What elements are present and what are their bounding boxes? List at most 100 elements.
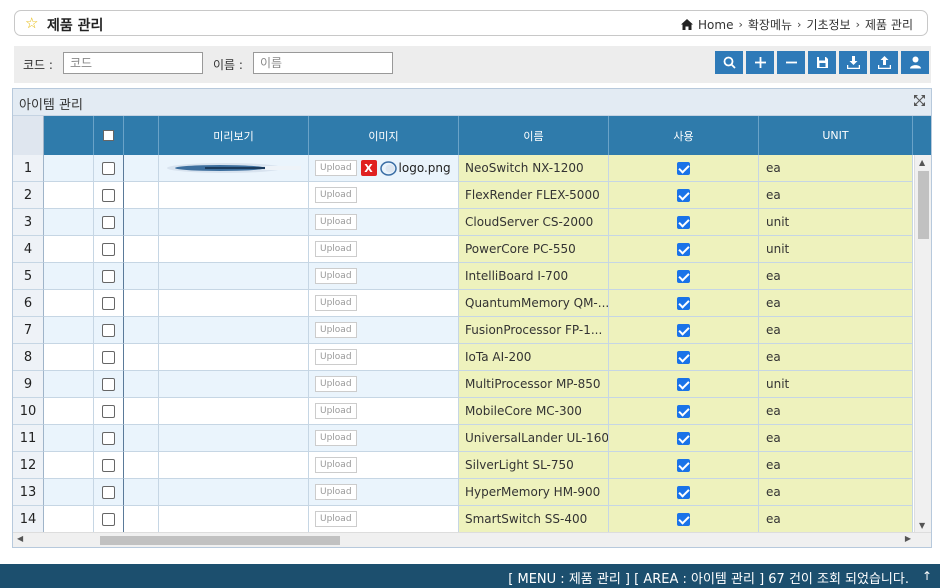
use-checkbox[interactable]	[677, 161, 690, 175]
unit-cell[interactable]: ea	[759, 290, 913, 317]
unit-cell[interactable]: unit	[759, 371, 913, 398]
use-checkbox[interactable]	[677, 431, 690, 445]
unit-cell[interactable]: ea	[759, 425, 913, 452]
upload-button[interactable]: Upload	[315, 376, 357, 392]
use-checkbox[interactable]	[677, 242, 690, 256]
name-cell[interactable]: HyperMemory HM-900	[459, 479, 609, 506]
download-button[interactable]	[839, 51, 867, 74]
name-cell[interactable]: IntelliBoard I-700	[459, 263, 609, 290]
upload-button[interactable]: Upload	[315, 241, 357, 257]
breadcrumb-item[interactable]: 확장메뉴	[748, 16, 792, 33]
table-row[interactable]: 14 Upload SmartSwitch SS-400 ea	[13, 506, 913, 533]
unit-cell[interactable]: ea	[759, 155, 913, 182]
column-header-name[interactable]: 이름	[459, 116, 609, 155]
use-checkbox[interactable]	[677, 458, 690, 472]
use-checkbox[interactable]	[677, 485, 690, 499]
upload-button[interactable]: Upload	[315, 160, 357, 176]
favorite-star-icon[interactable]: ☆	[25, 14, 38, 32]
unit-cell[interactable]: ea	[759, 263, 913, 290]
row-select-checkbox[interactable]	[102, 404, 115, 418]
scroll-up-icon[interactable]: ▲	[919, 158, 925, 167]
name-cell[interactable]: UniversalLander UL-1600	[459, 425, 609, 452]
horizontal-scrollbar[interactable]: ◀ ▶	[13, 532, 931, 547]
upload-button[interactable]: Upload	[315, 268, 357, 284]
unit-cell[interactable]: unit	[759, 209, 913, 236]
row-select-checkbox[interactable]	[102, 242, 115, 256]
table-row[interactable]: 12 Upload SilverLight SL-750 ea	[13, 452, 913, 479]
upload-button[interactable]: Upload	[315, 484, 357, 500]
name-cell[interactable]: MobileCore MC-300	[459, 398, 609, 425]
upload-button[interactable]: Upload	[315, 295, 357, 311]
table-row[interactable]: 8 Upload IoTa AI-200 ea	[13, 344, 913, 371]
search-button[interactable]	[715, 51, 743, 74]
unit-cell[interactable]: ea	[759, 452, 913, 479]
user-button[interactable]	[901, 51, 929, 74]
table-row[interactable]: 2 Upload FlexRender FLEX-5000 ea	[13, 182, 913, 209]
name-cell[interactable]: NeoSwitch NX-1200	[459, 155, 609, 182]
breadcrumb-item[interactable]: 기초정보	[806, 16, 850, 33]
row-select-checkbox[interactable]	[102, 188, 115, 202]
unit-cell[interactable]: ea	[759, 317, 913, 344]
use-checkbox[interactable]	[677, 296, 690, 310]
scroll-thumb[interactable]	[918, 171, 929, 239]
name-cell[interactable]: FlexRender FLEX-5000	[459, 182, 609, 209]
unit-cell[interactable]: ea	[759, 344, 913, 371]
use-checkbox[interactable]	[677, 188, 690, 202]
name-cell[interactable]: PowerCore PC-550	[459, 236, 609, 263]
upload-button[interactable]: Upload	[315, 457, 357, 473]
row-select-checkbox[interactable]	[102, 485, 115, 499]
use-checkbox[interactable]	[677, 350, 690, 364]
table-row[interactable]: 9 Upload MultiProcessor MP-850 unit	[13, 371, 913, 398]
code-input[interactable]	[63, 52, 203, 74]
name-cell[interactable]: SmartSwitch SS-400	[459, 506, 609, 533]
delete-file-button[interactable]: X	[360, 160, 377, 176]
scroll-left-icon[interactable]: ◀	[17, 534, 23, 543]
table-row[interactable]: 11 Upload UniversalLander UL-1600 ea	[13, 425, 913, 452]
name-cell[interactable]: SilverLight SL-750	[459, 452, 609, 479]
use-checkbox[interactable]	[677, 215, 690, 229]
column-header-preview[interactable]: 미리보기	[159, 116, 309, 155]
table-row[interactable]: 5 Upload IntelliBoard I-700 ea	[13, 263, 913, 290]
select-all-checkbox[interactable]	[103, 130, 114, 141]
expand-icon[interactable]	[914, 95, 925, 106]
upload-button[interactable]: Upload	[315, 511, 357, 527]
name-input[interactable]	[253, 52, 393, 74]
unit-cell[interactable]: ea	[759, 479, 913, 506]
row-select-checkbox[interactable]	[102, 350, 115, 364]
scroll-right-icon[interactable]: ▶	[905, 534, 911, 543]
table-row[interactable]: 3 Upload CloudServer CS-2000 unit	[13, 209, 913, 236]
table-row[interactable]: 6 Upload QuantumMemory QM-... ea	[13, 290, 913, 317]
unit-cell[interactable]: unit	[759, 236, 913, 263]
upload-button[interactable]: Upload	[315, 430, 357, 446]
column-header-image[interactable]: 이미지	[309, 116, 459, 155]
scroll-down-icon[interactable]: ▼	[919, 521, 925, 530]
upload-button[interactable]: Upload	[315, 187, 357, 203]
row-select-checkbox[interactable]	[102, 323, 115, 337]
arrow-up-icon[interactable]: ↑	[917, 566, 937, 586]
use-checkbox[interactable]	[677, 269, 690, 283]
column-header-use[interactable]: 사용	[609, 116, 759, 155]
unit-cell[interactable]: ea	[759, 182, 913, 209]
vertical-scrollbar[interactable]: ▲ ▼	[914, 155, 931, 533]
save-button[interactable]	[808, 51, 836, 74]
remove-button[interactable]	[777, 51, 805, 74]
upload-button[interactable]: Upload	[315, 403, 357, 419]
name-cell[interactable]: QuantumMemory QM-...	[459, 290, 609, 317]
add-button[interactable]	[746, 51, 774, 74]
file-name[interactable]: logo.png	[399, 161, 451, 175]
row-select-checkbox[interactable]	[102, 458, 115, 472]
unit-cell[interactable]: ea	[759, 398, 913, 425]
upload-button[interactable]	[870, 51, 898, 74]
upload-button[interactable]: Upload	[315, 349, 357, 365]
row-select-checkbox[interactable]	[102, 296, 115, 310]
row-select-checkbox[interactable]	[102, 269, 115, 283]
use-checkbox[interactable]	[677, 512, 690, 526]
row-select-checkbox[interactable]	[102, 512, 115, 526]
name-cell[interactable]: IoTa AI-200	[459, 344, 609, 371]
row-select-checkbox[interactable]	[102, 161, 115, 175]
name-cell[interactable]: CloudServer CS-2000	[459, 209, 609, 236]
table-row[interactable]: 10 Upload MobileCore MC-300 ea	[13, 398, 913, 425]
use-checkbox[interactable]	[677, 377, 690, 391]
table-row[interactable]: 7 Upload FusionProcessor FP-1... ea	[13, 317, 913, 344]
row-select-checkbox[interactable]	[102, 215, 115, 229]
